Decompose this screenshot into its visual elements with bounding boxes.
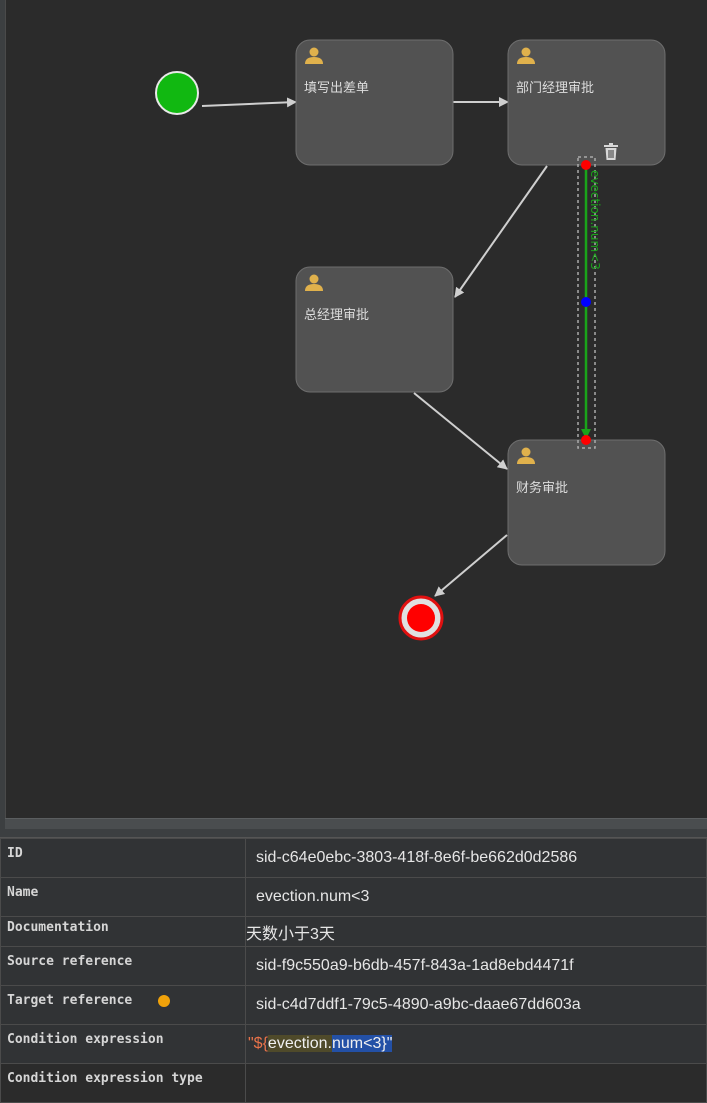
property-key: Source reference xyxy=(0,946,246,986)
flow-condition-label: evection.num<3 xyxy=(588,170,602,270)
property-value[interactable]: 天数小于3天 xyxy=(245,916,707,947)
property-key: Target reference xyxy=(0,985,246,1025)
flow-start-to-t1[interactable] xyxy=(201,97,297,108)
property-row-condition-expression[interactable]: Condition expression "${evection.num<3}" xyxy=(0,1024,707,1064)
property-key: Documentation xyxy=(0,916,246,947)
task-label: 部门经理审批 xyxy=(516,81,594,96)
property-row-documentation[interactable]: Documentation 天数小于3天 xyxy=(0,916,707,947)
properties-table: ID sid-c64e0ebc-3803-418f-8e6f-be662d0d2… xyxy=(0,838,707,1103)
property-value[interactable]: evection.num<3 xyxy=(245,877,707,917)
property-value[interactable]: sid-c64e0ebc-3803-418f-8e6f-be662d0d2586 xyxy=(245,838,707,878)
property-key: Condition expression xyxy=(0,1024,246,1064)
expr-close: " xyxy=(386,1035,393,1052)
property-row-id[interactable]: ID sid-c64e0ebc-3803-418f-8e6f-be662d0d2… xyxy=(0,838,707,878)
diagram-canvas[interactable]: 填写出差单 部门经理审批 总经理审批 财务审批 evection.num<3 xyxy=(0,0,707,815)
property-value[interactable]: sid-f9c550a9-b6db-457f-843a-1ad8ebd4471f xyxy=(245,946,707,986)
condition-expression-field[interactable]: "${evection.num<3}" xyxy=(245,1024,707,1064)
end-event[interactable] xyxy=(398,595,444,641)
flow-t2-to-t3[interactable] xyxy=(454,165,548,298)
start-event[interactable] xyxy=(155,71,199,115)
properties-panel: ID sid-c64e0ebc-3803-418f-8e6f-be662d0d2… xyxy=(0,838,707,1103)
property-key: Name xyxy=(0,877,246,917)
waypoint-handle-start[interactable] xyxy=(581,160,591,170)
property-row-source-reference[interactable]: Source reference sid-f9c550a9-b6db-457f-… xyxy=(0,946,707,986)
waypoint-handle-mid[interactable] xyxy=(581,297,591,307)
panel-divider[interactable] xyxy=(0,829,707,838)
property-key: Condition expression type xyxy=(0,1063,246,1103)
property-key: ID xyxy=(0,838,246,878)
task-label: 总经理审批 xyxy=(304,308,369,323)
property-value[interactable]: sid-c4d7ddf1-79c5-4890-a9bc-daae67dd603a xyxy=(245,985,707,1025)
task-dept-manager-approval[interactable]: 部门经理审批 xyxy=(507,39,666,166)
task-finance-approval[interactable]: 财务审批 xyxy=(507,439,666,566)
property-row-name[interactable]: Name evection.num<3 xyxy=(0,877,707,917)
property-row-target-reference[interactable]: Target reference sid-c4d7ddf1-79c5-4890-… xyxy=(0,985,707,1025)
flow-t4-to-end[interactable] xyxy=(434,534,508,597)
task-label: 财务审批 xyxy=(516,480,568,496)
bpmn-diagram[interactable]: 填写出差单 部门经理审批 总经理审批 财务审批 evection.num<3 xyxy=(0,0,707,815)
lightbulb-icon[interactable] xyxy=(158,995,170,1007)
expr-highlight-2: num<3} xyxy=(331,1035,387,1052)
left-border xyxy=(0,0,6,835)
property-row-condition-expression-type[interactable]: Condition expression type xyxy=(0,1063,707,1103)
expr-highlight-1: evection. xyxy=(267,1035,332,1052)
selected-sequence-flow[interactable]: evection.num<3 xyxy=(577,156,602,449)
task-general-manager-approval[interactable]: 总经理审批 xyxy=(295,266,454,393)
task-label: 填写出差单 xyxy=(304,81,369,96)
property-value[interactable] xyxy=(245,1063,707,1103)
expr-open: "${ xyxy=(248,1035,268,1052)
waypoint-handle-end[interactable] xyxy=(581,435,591,445)
flow-t3-to-t4[interactable] xyxy=(413,392,508,470)
task-fill-trip-form[interactable]: 填写出差单 xyxy=(295,39,454,166)
